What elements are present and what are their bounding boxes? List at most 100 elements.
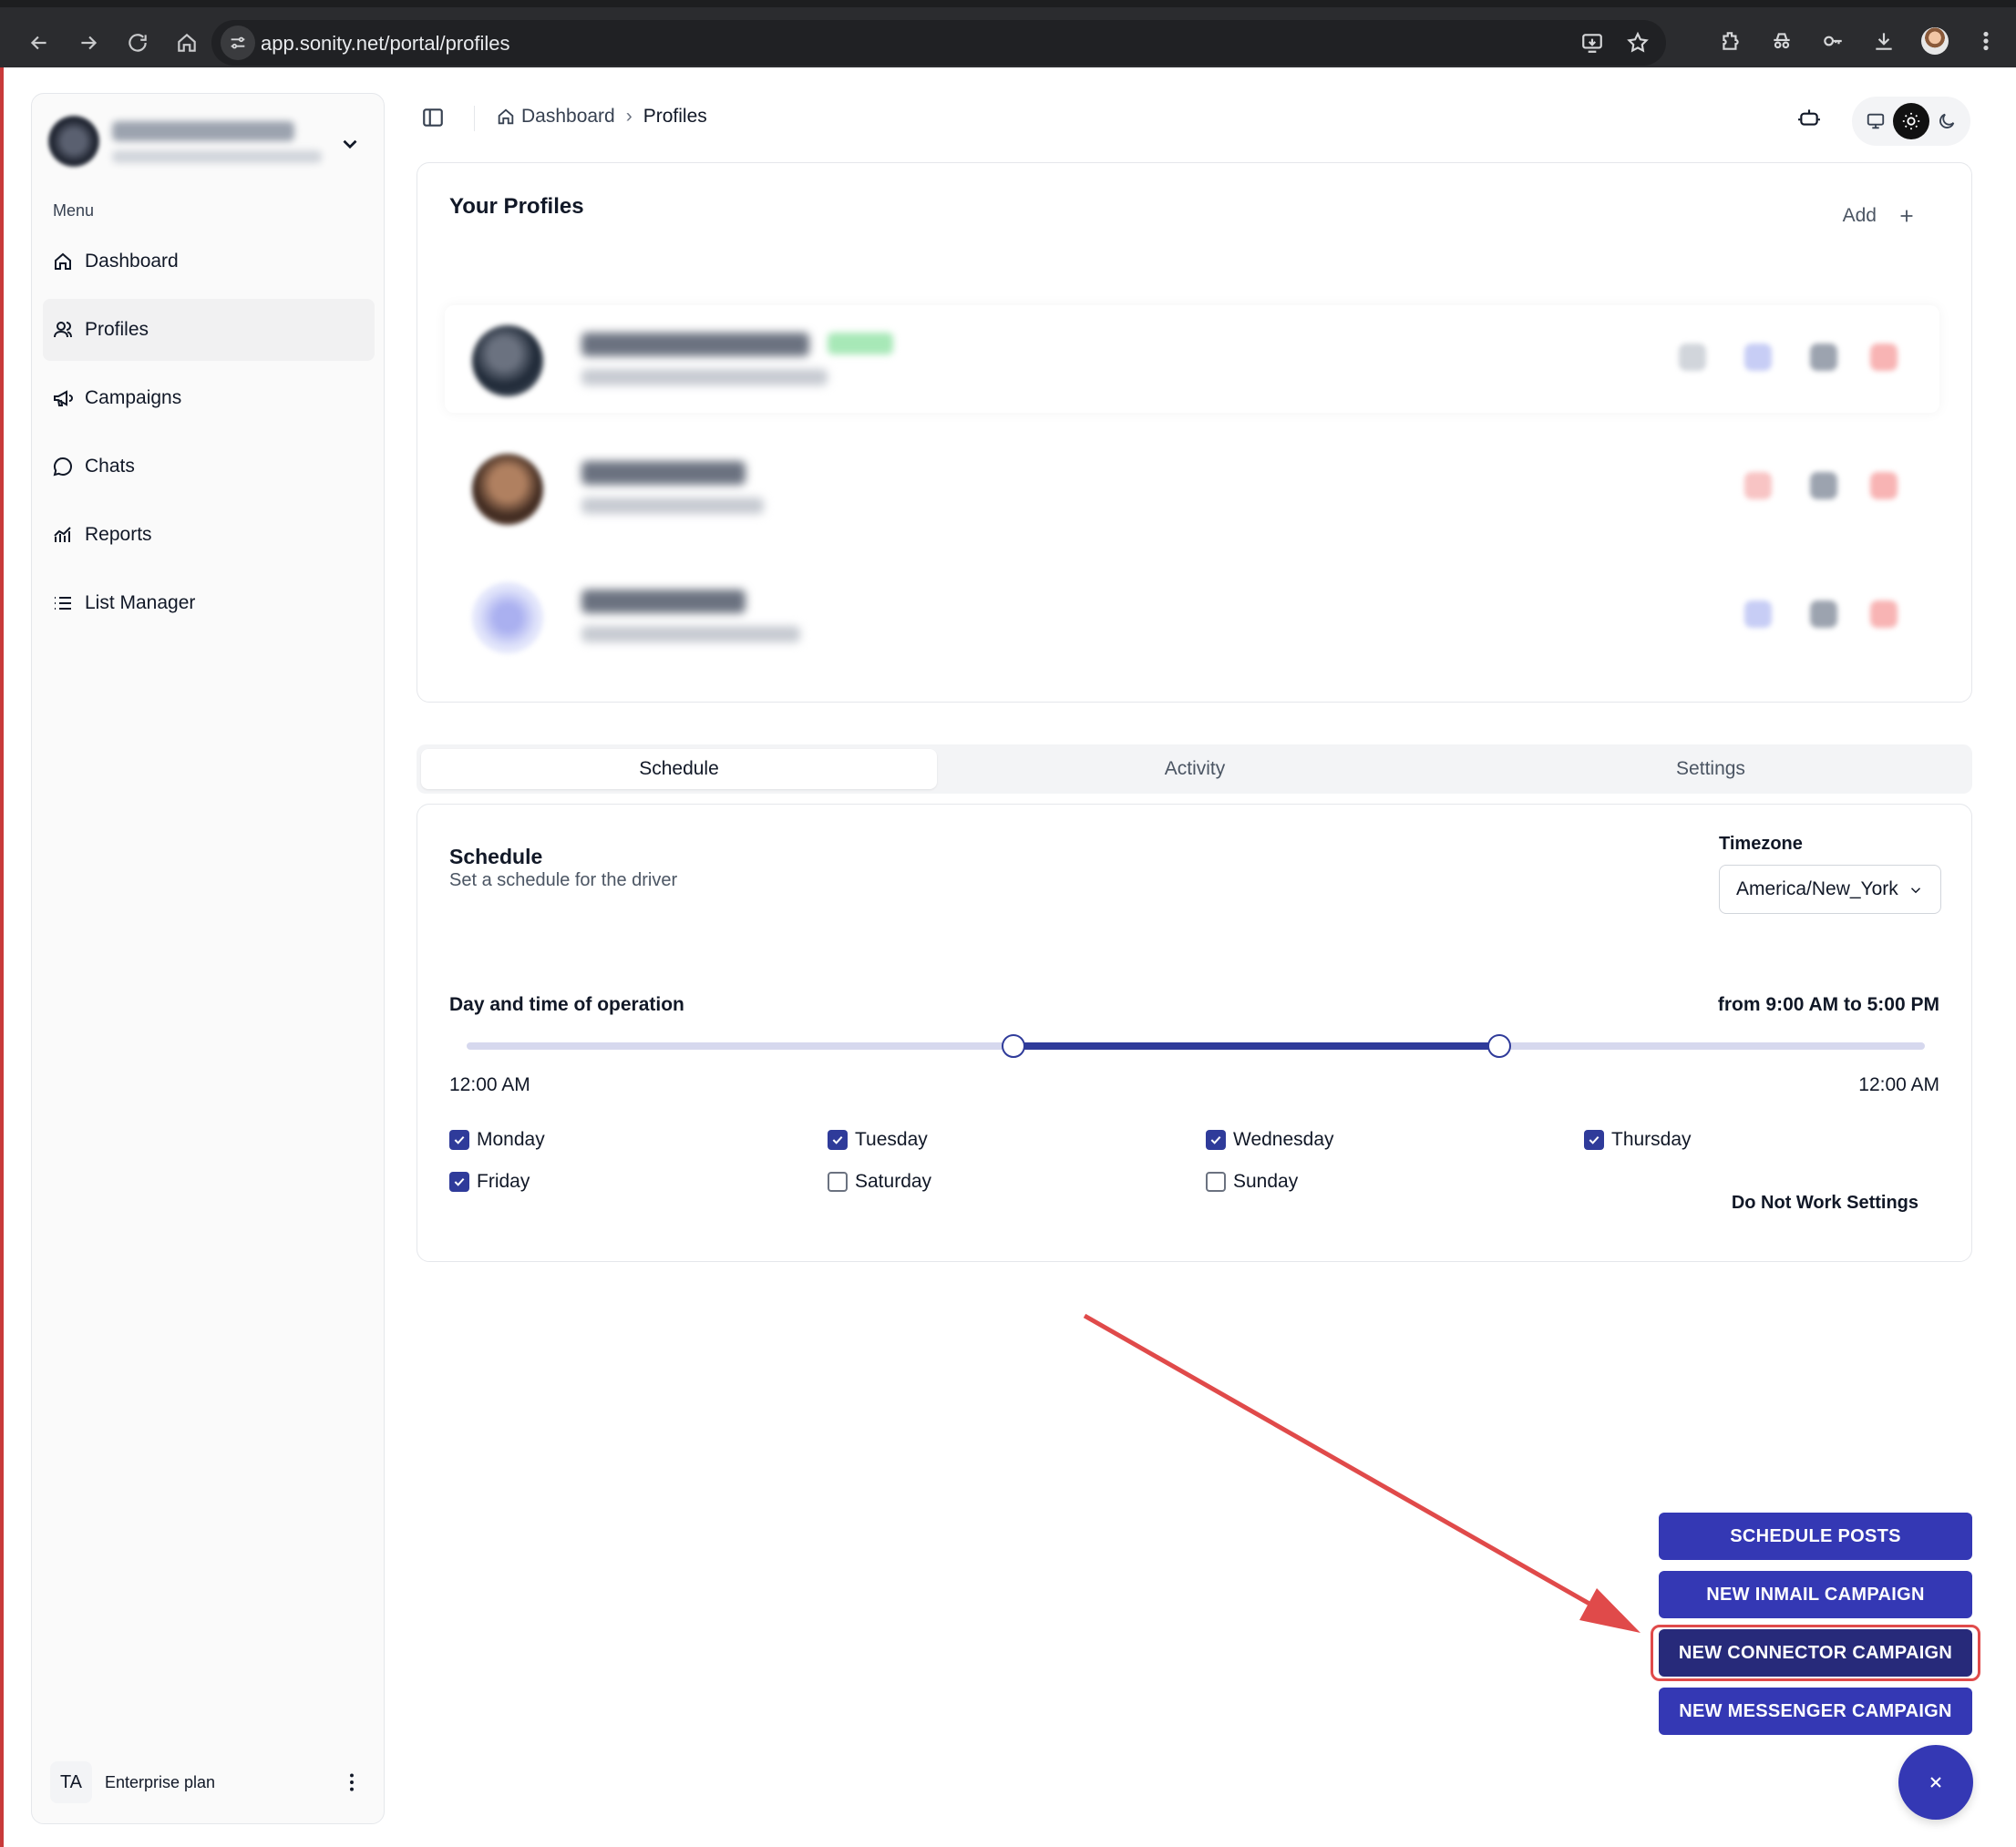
link-icon[interactable] <box>1810 472 1837 499</box>
delete-icon[interactable] <box>1870 344 1898 371</box>
link-icon[interactable] <box>1810 344 1837 371</box>
profile-row[interactable] <box>445 305 1939 413</box>
profile-avatar <box>472 325 543 396</box>
home-icon <box>498 108 514 125</box>
bookmark-star-icon[interactable] <box>1622 27 1653 58</box>
day-label: Monday <box>477 1129 545 1150</box>
extensions-icon[interactable] <box>1713 22 1748 60</box>
theme-light-button[interactable] <box>1893 103 1929 139</box>
day-label: Thursday <box>1611 1129 1692 1150</box>
profile-row[interactable] <box>445 562 1939 670</box>
time-range-slider[interactable] <box>467 1034 1925 1058</box>
password-key-icon[interactable] <box>1815 22 1850 60</box>
sidebar-toggle-icon[interactable] <box>421 106 448 133</box>
sidebar-item-chats[interactable]: Chats <box>43 436 375 498</box>
day-label: Tuesday <box>855 1129 928 1150</box>
sidebar-item-label: List Manager <box>85 592 196 613</box>
new-connector-campaign-button[interactable]: NEW CONNECTOR CAMPAIGN <box>1659 1629 1972 1677</box>
sidebar-item-label: Campaigns <box>85 387 182 408</box>
home-icon <box>55 252 71 270</box>
day-checkbox[interactable] <box>1584 1130 1604 1150</box>
plan-label: Enterprise plan <box>105 1772 216 1791</box>
day-checkbox[interactable] <box>828 1130 848 1150</box>
day-friday[interactable]: Friday <box>449 1171 530 1193</box>
profile-email-redacted <box>581 498 764 514</box>
home-icon[interactable] <box>166 22 208 64</box>
operation-range-text: from 9:00 AM to 5:00 PM <box>1717 994 1939 1015</box>
sidebar-item-profiles[interactable]: Profiles <box>43 299 375 361</box>
close-fab-button[interactable] <box>1898 1745 1973 1820</box>
day-checkbox[interactable] <box>449 1172 469 1192</box>
profile-name-redacted <box>581 461 746 485</box>
day-checkbox[interactable] <box>1206 1130 1226 1150</box>
address-bar[interactable]: app.sonity.net/portal/profiles <box>211 20 1666 66</box>
site-settings-icon[interactable] <box>221 26 255 60</box>
new-inmail-campaign-button[interactable]: NEW INMAIL CAMPAIGN <box>1659 1571 1972 1618</box>
add-profile-button[interactable]: Add <box>1843 205 1917 227</box>
delete-icon[interactable] <box>1870 600 1898 628</box>
day-saturday[interactable]: Saturday <box>828 1171 931 1193</box>
tab-activity[interactable]: Activity <box>937 749 1453 789</box>
download-icon[interactable] <box>1867 22 1901 60</box>
sidebar: Menu Dashboard Profiles Campaigns Chats … <box>31 93 385 1824</box>
account-switcher[interactable] <box>48 110 367 176</box>
sidebar-nav: Dashboard Profiles Campaigns Chats Repor… <box>43 231 375 641</box>
day-checkbox[interactable] <box>1206 1172 1226 1192</box>
breadcrumb-dashboard[interactable]: Dashboard <box>521 106 615 128</box>
theme-dark-button[interactable] <box>1929 103 1965 139</box>
sidebar-item-dashboard[interactable]: Dashboard <box>43 231 375 292</box>
action-icon[interactable] <box>1744 472 1772 499</box>
do-not-work-settings-link[interactable]: Do Not Work Settings <box>1732 1193 1918 1214</box>
day-monday[interactable]: Monday <box>449 1129 545 1151</box>
forward-icon[interactable] <box>67 22 109 64</box>
tab-schedule[interactable]: Schedule <box>421 749 937 789</box>
link-icon[interactable] <box>1810 600 1837 628</box>
back-icon[interactable] <box>18 22 60 64</box>
schedule-card: Schedule Set a schedule for the driver T… <box>417 804 1972 1262</box>
breadcrumb: Dashboard › Profiles <box>496 106 707 128</box>
robot-icon[interactable] <box>1797 106 1825 133</box>
schedule-title: Schedule <box>449 845 543 868</box>
action-icon[interactable] <box>1679 344 1706 371</box>
slider-end-handle[interactable] <box>1487 1034 1512 1058</box>
day-checkbox[interactable] <box>828 1172 848 1192</box>
day-sunday[interactable]: Sunday <box>1206 1171 1298 1193</box>
action-icon[interactable] <box>1744 600 1772 628</box>
profile-name-redacted <box>581 590 746 613</box>
theme-system-button[interactable] <box>1857 103 1893 139</box>
more-menu-icon[interactable] <box>1969 22 2003 60</box>
profile-avatar <box>472 582 543 653</box>
schedule-subtitle: Set a schedule for the driver <box>449 870 678 890</box>
status-badge <box>828 333 893 354</box>
delete-icon[interactable] <box>1870 472 1898 499</box>
install-app-icon[interactable] <box>1577 27 1608 58</box>
day-wednesday[interactable]: Wednesday <box>1206 1129 1334 1151</box>
theme-switcher <box>1852 97 1970 146</box>
schedule-posts-button[interactable]: SCHEDULE POSTS <box>1659 1513 1972 1560</box>
day-tuesday[interactable]: Tuesday <box>828 1129 928 1151</box>
day-checkbox[interactable] <box>449 1130 469 1150</box>
monitor-icon <box>1867 113 1884 129</box>
sidebar-item-list-manager[interactable]: List Manager <box>43 572 375 634</box>
profile-row[interactable] <box>445 434 1939 541</box>
tab-settings[interactable]: Settings <box>1453 749 1969 789</box>
action-icon[interactable] <box>1744 344 1772 371</box>
chevron-down-icon[interactable] <box>338 132 362 156</box>
sidebar-item-campaigns[interactable]: Campaigns <box>43 367 375 429</box>
day-thursday[interactable]: Thursday <box>1584 1129 1692 1151</box>
reload-icon[interactable] <box>117 22 159 64</box>
sidebar-item-reports[interactable]: Reports <box>43 504 375 566</box>
new-messenger-campaign-button[interactable]: NEW MESSENGER CAMPAIGN <box>1659 1688 1972 1735</box>
profile-email-redacted <box>581 369 828 385</box>
account-email-redacted <box>112 150 322 163</box>
url-text[interactable]: app.sonity.net/portal/profiles <box>261 32 510 56</box>
timezone-select[interactable]: America/New_York <box>1719 865 1941 914</box>
user-avatar-icon[interactable] <box>1918 22 1952 60</box>
list-icon <box>55 597 71 610</box>
incognito-icon[interactable] <box>1764 22 1799 60</box>
day-label: Friday <box>477 1171 530 1192</box>
sidebar-footer: TA Enterprise plan <box>50 1760 369 1805</box>
more-vertical-icon[interactable] <box>340 1769 364 1796</box>
slider-start-handle[interactable] <box>1002 1034 1025 1058</box>
account-name-redacted <box>112 121 294 141</box>
